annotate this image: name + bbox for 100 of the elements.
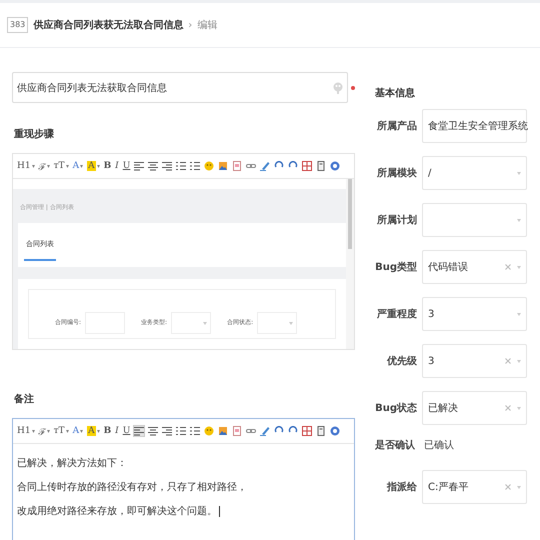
bullet-list-icon — [190, 426, 200, 436]
select-field[interactable]: 3 — [422, 297, 527, 331]
select-field[interactable]: 已解决 — [422, 391, 527, 425]
file-icon — [232, 161, 242, 171]
align-center-icon — [148, 161, 158, 171]
note-line: 改成用绝对路径来存放，即可解决这个问题。 — [17, 500, 350, 524]
caret-icon[interactable] — [46, 164, 50, 168]
select-field[interactable] — [422, 203, 527, 237]
eraser-button[interactable] — [259, 425, 272, 437]
field-label: Bug类型 — [375, 260, 417, 274]
file-icon — [232, 426, 242, 436]
caret-icon[interactable] — [80, 164, 84, 168]
ordered-list-button[interactable] — [175, 160, 188, 172]
emoji-icon — [204, 426, 214, 436]
bug-title: 供应商合同列表获无法取合同信息 — [33, 18, 184, 32]
format-button[interactable]: H1 — [16, 160, 36, 172]
file-button[interactable] — [231, 425, 244, 437]
caret-icon — [289, 322, 294, 324]
image-button[interactable] — [217, 160, 230, 172]
caret-icon — [203, 322, 208, 324]
bullet-list-icon — [190, 161, 200, 171]
select-field[interactable]: 3 — [422, 344, 527, 378]
note-line: 已解决，解决方法如下： — [17, 456, 128, 471]
select-field[interactable]: / — [422, 156, 527, 190]
image-button[interactable] — [217, 425, 230, 437]
format-button[interactable]: H1 — [16, 425, 36, 437]
align-right-icon — [162, 161, 172, 171]
info-button[interactable] — [329, 425, 342, 437]
align-center-button[interactable] — [147, 425, 160, 437]
color-button[interactable]: A — [72, 160, 84, 172]
section-title: 基本信息 — [375, 86, 416, 100]
clear-icon[interactable] — [505, 405, 511, 411]
caret-icon[interactable] — [96, 430, 100, 432]
caret-icon[interactable] — [46, 430, 50, 432]
eraser-icon — [260, 161, 270, 171]
field-label: 优先级 — [386, 354, 417, 368]
caret-icon[interactable] — [32, 430, 35, 432]
align-right-button[interactable] — [161, 160, 174, 172]
caret-icon[interactable] — [80, 430, 84, 432]
section-label: 重现步骤 — [14, 128, 55, 141]
align-left-button[interactable] — [133, 425, 146, 437]
align-center-icon — [148, 426, 158, 436]
caret-icon[interactable] — [96, 164, 100, 168]
code-icon — [316, 161, 326, 171]
ordered-list-button[interactable] — [175, 425, 188, 437]
underline-button[interactable]: U — [122, 425, 132, 437]
bullet-list-button[interactable] — [189, 425, 202, 437]
file-button[interactable] — [231, 160, 244, 172]
clear-icon[interactable] — [505, 358, 511, 364]
caret-icon[interactable] — [32, 164, 35, 168]
color-button[interactable]: A — [72, 425, 84, 437]
eraser-button[interactable] — [259, 160, 272, 172]
field-value: 已确认 — [424, 439, 454, 452]
code-button[interactable] — [315, 425, 328, 437]
breadcrumb-separator: › — [188, 20, 192, 30]
link-icon — [246, 426, 256, 436]
bullet-list-button[interactable] — [189, 160, 202, 172]
format-button[interactable]: тT — [52, 425, 70, 437]
ordered-list-icon — [176, 426, 186, 436]
align-right-button[interactable] — [161, 425, 174, 437]
italic-button[interactable]: I — [114, 160, 120, 172]
clear-icon[interactable] — [505, 484, 511, 490]
info-button[interactable] — [329, 160, 342, 172]
scrollbar[interactable] — [346, 179, 354, 349]
bold-button[interactable]: B — [102, 160, 112, 172]
field-label: 指派给 — [386, 480, 417, 494]
bold-button[interactable]: B — [102, 425, 112, 437]
code-button[interactable] — [315, 160, 328, 172]
note-line: 合同上传时存放的路径没有存对，只存了相对路径， — [17, 480, 248, 495]
table-button[interactable] — [301, 425, 314, 437]
italic-button[interactable]: I — [114, 425, 120, 437]
format-button[interactable]: ℱ — [38, 158, 51, 174]
ordered-list-icon — [176, 161, 186, 171]
image-icon — [218, 161, 228, 171]
clear-icon[interactable] — [505, 264, 511, 270]
code-icon — [316, 426, 326, 436]
info-icon — [330, 161, 340, 171]
id-badge: 383 — [7, 17, 28, 33]
select-field[interactable]: C:严春平 — [422, 470, 527, 504]
image-icon — [218, 426, 228, 436]
select-field[interactable]: 食堂卫生安全管理系统 — [422, 109, 527, 143]
field-label: Bug状态 — [375, 402, 417, 415]
info-icon — [330, 426, 340, 436]
align-left-button[interactable] — [133, 160, 146, 172]
eraser-icon — [260, 426, 270, 436]
caret-icon[interactable] — [66, 164, 69, 168]
section-label: 备注 — [14, 392, 35, 406]
format-button[interactable]: тT — [52, 160, 70, 172]
align-center-button[interactable] — [147, 160, 160, 172]
field-label: 所属模块 — [376, 166, 417, 180]
title-field[interactable]: 供应商合同列表无法获取合同信息 — [12, 72, 348, 103]
field-label: 所属产品 — [376, 120, 417, 133]
select-field[interactable]: 代码错误 — [422, 250, 527, 284]
format-button[interactable]: ℱ — [38, 424, 51, 438]
table-button[interactable] — [301, 160, 314, 172]
rich-text-editor[interactable]: H1 ℱ тT A A B I U 已解决，解决方法如下： 合同上传时存放的路径没有存对，只存了相对路径， 改成用绝对路径来存放，即可解决这个问题。 — [12, 418, 355, 540]
caret-icon[interactable] — [66, 430, 69, 432]
table-icon — [302, 426, 312, 436]
emoji-icon — [204, 161, 214, 171]
underline-button[interactable]: U — [122, 160, 132, 172]
